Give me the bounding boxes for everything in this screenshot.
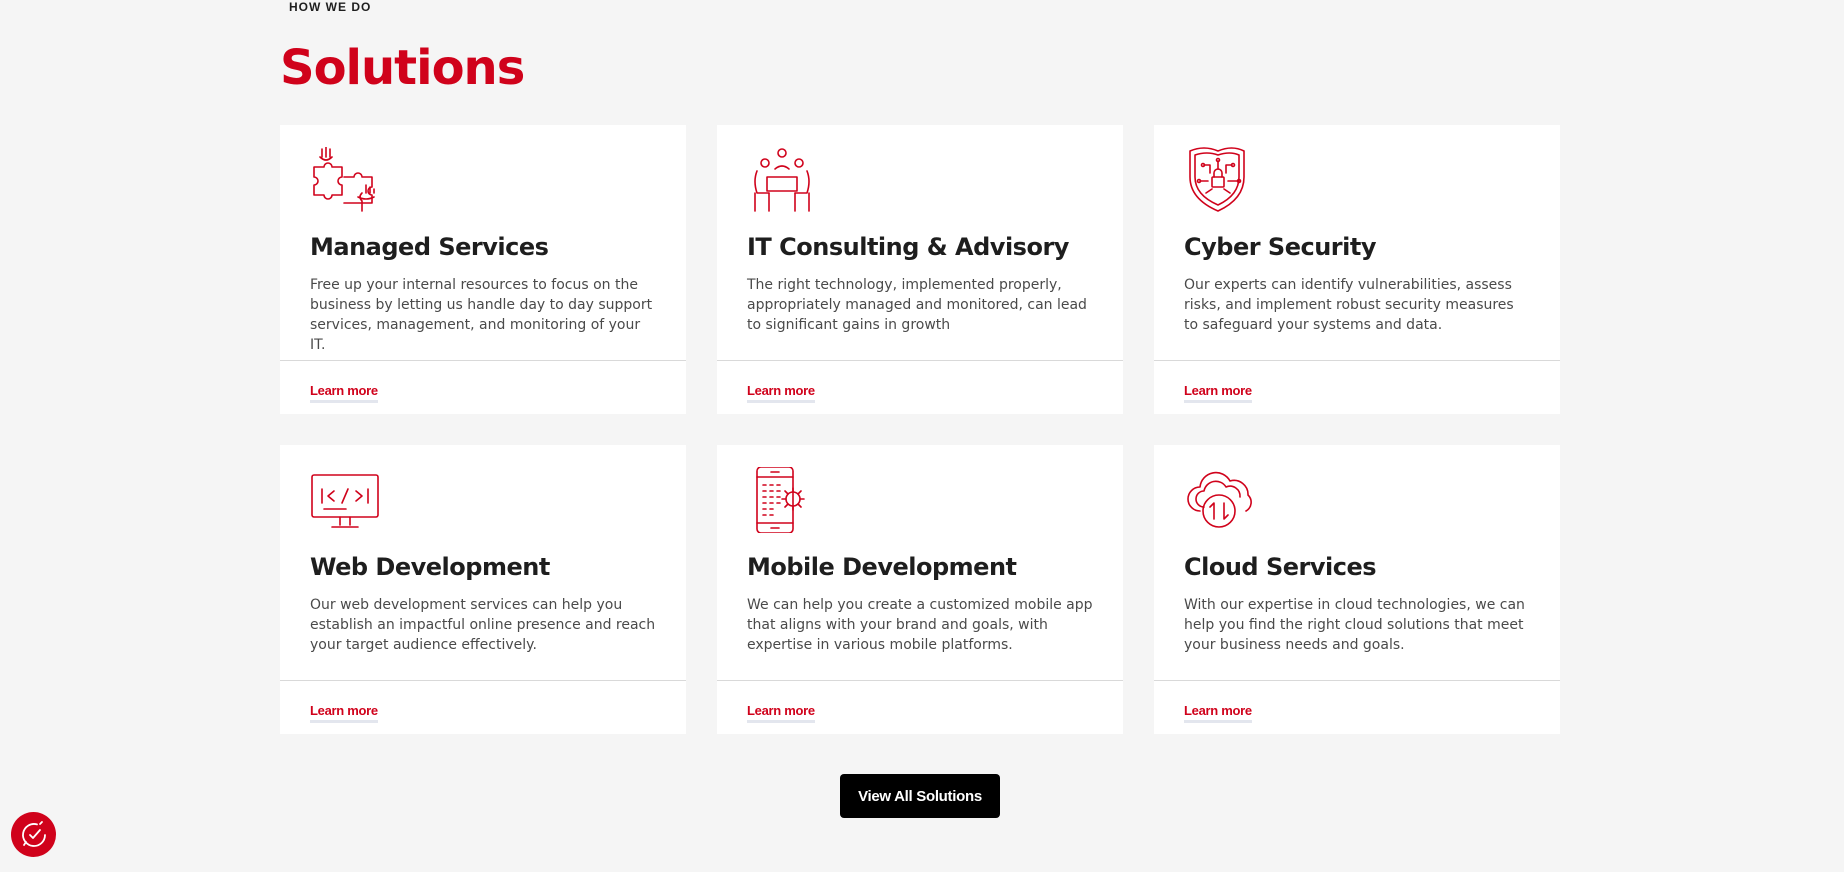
card-title: Cloud Services [1184, 553, 1377, 581]
card-body: Cyber Security Our experts can identify … [1154, 125, 1560, 361]
card-footer: Learn more [1154, 681, 1560, 734]
solutions-section: HOW WE DO Solutions Managed Services Fre… [0, 0, 1844, 872]
meeting-table-icon [747, 147, 817, 213]
solution-card-mobile-development: Mobile Development We can help you creat… [717, 445, 1123, 734]
card-body: IT Consulting & Advisory The right techn… [717, 125, 1123, 361]
card-description: Our experts can identify vulnerabilities… [1184, 277, 1514, 333]
card-title: Managed Services [310, 233, 549, 261]
card-description: With our expertise in cloud technologies… [1184, 597, 1525, 653]
card-title: IT Consulting & Advisory [747, 233, 1069, 261]
card-footer: Learn more [280, 361, 686, 414]
card-body: Mobile Development We can help you creat… [717, 445, 1123, 681]
security-shield-icon [1184, 147, 1254, 213]
card-description: We can help you create a customized mobi… [747, 597, 1093, 653]
solution-card-web-development: Web Development Our web development serv… [280, 445, 686, 734]
cookie-consent-button[interactable] [11, 812, 56, 857]
solution-card-cyber-security: Cyber Security Our experts can identify … [1154, 125, 1560, 414]
card-footer: Learn more [717, 681, 1123, 734]
card-description: Our web development services can help yo… [310, 597, 656, 653]
learn-more-link[interactable]: Learn more [747, 703, 815, 723]
solution-card-managed-services: Managed Services Free up your internal r… [280, 125, 686, 414]
cloud-transfer-icon [1184, 467, 1254, 533]
card-title: Web Development [310, 553, 550, 581]
card-footer: Learn more [717, 361, 1123, 414]
code-monitor-icon [310, 467, 380, 533]
learn-more-link[interactable]: Learn more [747, 383, 815, 403]
card-body: Cloud Services With our expertise in clo… [1154, 445, 1560, 681]
learn-more-link[interactable]: Learn more [310, 383, 378, 403]
card-body: Web Development Our web development serv… [280, 445, 686, 681]
card-title: Mobile Development [747, 553, 1017, 581]
card-description: Free up your internal resources to focus… [310, 277, 653, 353]
section-title: Solutions [280, 40, 525, 96]
learn-more-link[interactable]: Learn more [310, 703, 378, 723]
mobile-gear-icon [747, 467, 817, 533]
section-eyebrow: HOW WE DO [289, 0, 372, 14]
view-all-solutions-button[interactable]: View All Solutions [840, 774, 1000, 818]
card-footer: Learn more [280, 681, 686, 734]
solutions-grid: Managed Services Free up your internal r… [280, 125, 1560, 734]
solution-card-it-consulting: IT Consulting & Advisory The right techn… [717, 125, 1123, 414]
cookie-consent-icon [19, 820, 49, 850]
card-body: Managed Services Free up your internal r… [280, 125, 686, 361]
card-title: Cyber Security [1184, 233, 1376, 261]
learn-more-link[interactable]: Learn more [1184, 703, 1252, 723]
learn-more-link[interactable]: Learn more [1184, 383, 1252, 403]
puzzle-hands-icon [310, 147, 380, 213]
solution-card-cloud-services: Cloud Services With our expertise in clo… [1154, 445, 1560, 734]
card-description: The right technology, implemented proper… [747, 277, 1087, 333]
card-footer: Learn more [1154, 361, 1560, 414]
